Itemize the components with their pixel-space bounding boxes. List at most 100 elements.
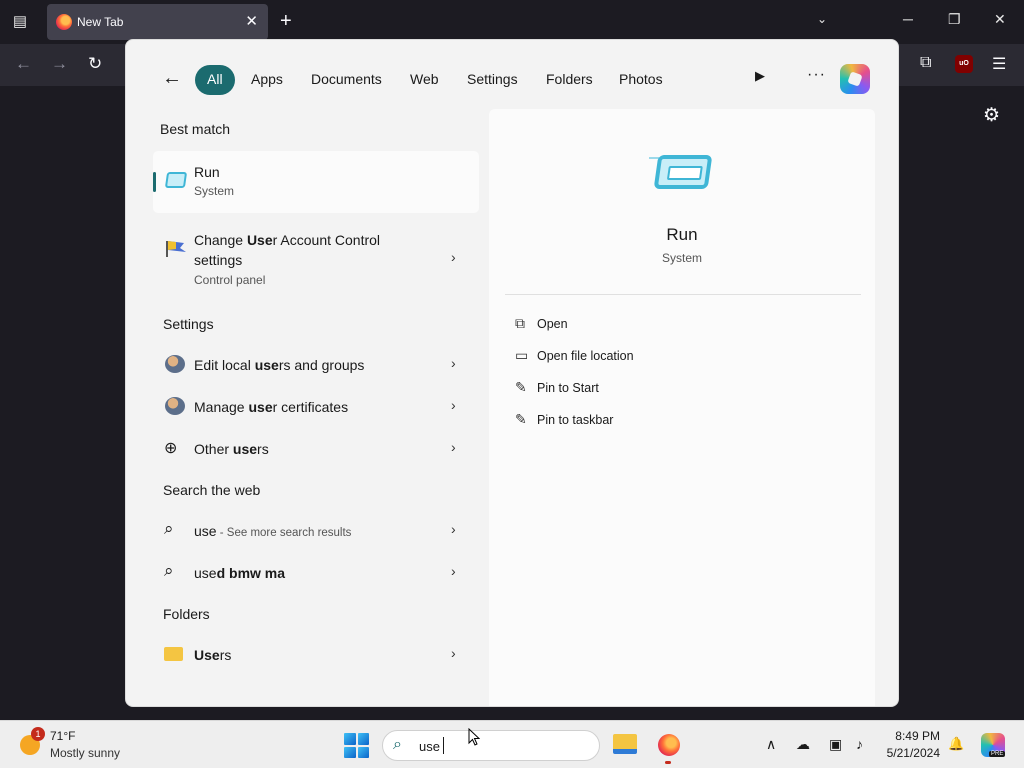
menu-icon[interactable]: ☰	[992, 54, 1006, 74]
chevron-right-icon[interactable]: ›	[451, 521, 456, 537]
start-button[interactable]	[344, 733, 369, 758]
item-label: Edit local users and groups	[194, 357, 365, 373]
weather-temp[interactable]: 71°F	[50, 729, 75, 743]
add-user-icon: ⊕	[164, 440, 178, 457]
window-close-icon[interactable]: ✕	[994, 11, 1006, 28]
folders-heading: Folders	[163, 606, 210, 622]
copilot-icon[interactable]	[840, 64, 870, 94]
search-web-heading: Search the web	[163, 482, 261, 498]
run-icon	[164, 172, 188, 188]
new-tab-button[interactable]: +	[280, 10, 292, 32]
folder-open-icon: ▭	[515, 347, 529, 363]
list-item-other-users[interactable]: ⊕ Other users ›	[153, 436, 479, 462]
list-all-tabs-icon[interactable]: ⌄	[817, 12, 827, 26]
filter-folders[interactable]: Folders	[537, 65, 602, 95]
folder-result-users[interactable]: Users ›	[153, 642, 479, 668]
item-label: Manage user certificates	[194, 399, 349, 415]
play-icon[interactable]: ▶	[755, 68, 765, 84]
chevron-right-icon[interactable]: ›	[451, 645, 456, 661]
web-result-use[interactable]: ⌕ use - See more search results ›	[153, 518, 479, 544]
tray-overflow-icon[interactable]: ∧	[766, 736, 776, 753]
folder-icon	[164, 647, 183, 661]
item-label: used bmw ma	[194, 565, 286, 581]
firefox-icon	[56, 14, 72, 30]
firefox-taskbar-icon[interactable]	[658, 734, 680, 756]
run-app-icon	[653, 155, 713, 189]
filter-apps[interactable]: Apps	[242, 65, 292, 95]
clock-time[interactable]: 8:49 PM	[870, 729, 940, 743]
notification-bell-icon[interactable]: 🔔	[948, 736, 964, 752]
item-label: use - See more search results	[194, 523, 352, 539]
forward-icon[interactable]: →	[51, 54, 68, 74]
web-result-used-bmw[interactable]: ⌕ used bmw ma ›	[153, 560, 479, 586]
chevron-right-icon[interactable]: ›	[451, 439, 456, 455]
maximize-icon[interactable]: ❐	[948, 11, 961, 28]
filter-settings[interactable]: Settings	[458, 65, 527, 95]
best-match-heading: Best match	[160, 121, 231, 137]
chevron-right-icon[interactable]: ›	[451, 397, 456, 413]
search-query: use	[419, 739, 440, 754]
back-arrow-icon[interactable]: ←	[162, 67, 182, 90]
open-icon: ⧉	[515, 315, 525, 331]
taskbar-search-box[interactable]: ⌕ use	[382, 730, 600, 761]
action-open[interactable]: ⧉ Open	[515, 315, 568, 332]
list-item-local-users[interactable]: Edit local users and groups ›	[153, 352, 479, 378]
best-match-sub: System	[194, 184, 235, 198]
reload-icon[interactable]: ↻	[88, 54, 102, 74]
action-pin-to-start[interactable]: ✎ Pin to Start	[515, 379, 599, 396]
action-pin-to-taskbar[interactable]: ✎ Pin to taskbar	[515, 411, 613, 428]
action-open-file-location[interactable]: ▭ Open file location	[515, 347, 634, 364]
pin-icon: ✎	[515, 379, 527, 395]
preview-badge: PRE	[989, 751, 1006, 757]
file-explorer-icon[interactable]	[613, 734, 637, 754]
chevron-right-icon[interactable]: ›	[451, 249, 456, 265]
speaker-icon[interactable]: ♪	[856, 736, 863, 752]
uac-flag-icon	[166, 241, 186, 257]
item-label: Other users	[194, 441, 269, 457]
firefox-view-icon[interactable]: ▤	[8, 10, 32, 34]
users-icon	[165, 355, 185, 373]
list-item-uac[interactable]: Change User Account Control settings Con…	[153, 225, 479, 290]
filter-web[interactable]: Web	[401, 65, 448, 95]
list-item-user-certificates[interactable]: Manage user certificates ›	[153, 394, 479, 420]
gear-icon[interactable]: ⚙	[983, 104, 1000, 127]
best-match-run[interactable]: Run System	[153, 151, 479, 213]
clock-date[interactable]: 5/21/2024	[870, 746, 940, 760]
display-icon[interactable]: ▣	[829, 736, 842, 753]
filter-all[interactable]: All	[195, 65, 235, 95]
preview-pane: Run System ⧉ Open ▭ Open file location ✎ Pi…	[489, 109, 875, 706]
weather-condition[interactable]: Mostly sunny	[50, 746, 120, 760]
onedrive-icon[interactable]: ☁	[796, 736, 810, 753]
pin-icon: ✎	[515, 411, 527, 427]
search-icon: ⌕	[164, 561, 174, 580]
running-indicator	[665, 761, 671, 764]
back-icon[interactable]: ←	[15, 54, 32, 74]
item-label: Users	[194, 647, 232, 663]
taskbar: 1 71°F Mostly sunny ⌕ use ∧ ☁ ▣ ♪ 8:49 P…	[0, 720, 1024, 768]
divider	[505, 294, 861, 295]
ublock-icon[interactable]: uO	[955, 55, 973, 73]
extensions-icon[interactable]: ⧉	[920, 54, 931, 72]
best-match-name: Run	[194, 164, 220, 180]
search-icon: ⌕	[164, 519, 174, 538]
filter-photos[interactable]: Photos	[610, 65, 672, 95]
start-search-panel: ← All Apps Documents Web Settings Folder…	[125, 39, 899, 707]
uac-sub: Control panel	[194, 273, 266, 287]
preview-sub: System	[661, 251, 702, 265]
certificates-icon	[165, 397, 185, 415]
selection-accent	[153, 172, 156, 192]
tab-close-icon[interactable]: ✕	[245, 12, 258, 30]
minimize-icon[interactable]: ─	[903, 11, 913, 27]
chevron-right-icon[interactable]: ›	[451, 563, 456, 579]
browser-tab-bar: ▤ New Tab ✕ + ⌄ ─ ❐ ✕	[0, 0, 1024, 44]
chevron-right-icon[interactable]: ›	[451, 355, 456, 371]
filter-documents[interactable]: Documents	[302, 65, 391, 95]
tab-new-tab[interactable]: New Tab ✕	[47, 4, 268, 40]
mouse-cursor-icon	[468, 728, 480, 746]
tab-title: New Tab	[77, 15, 124, 29]
weather-badge: 1	[31, 727, 45, 741]
uac-label: Change User Account Control	[194, 232, 381, 248]
settings-heading: Settings	[163, 316, 214, 332]
more-options-icon[interactable]: ···	[807, 66, 826, 84]
text-caret	[443, 737, 444, 754]
